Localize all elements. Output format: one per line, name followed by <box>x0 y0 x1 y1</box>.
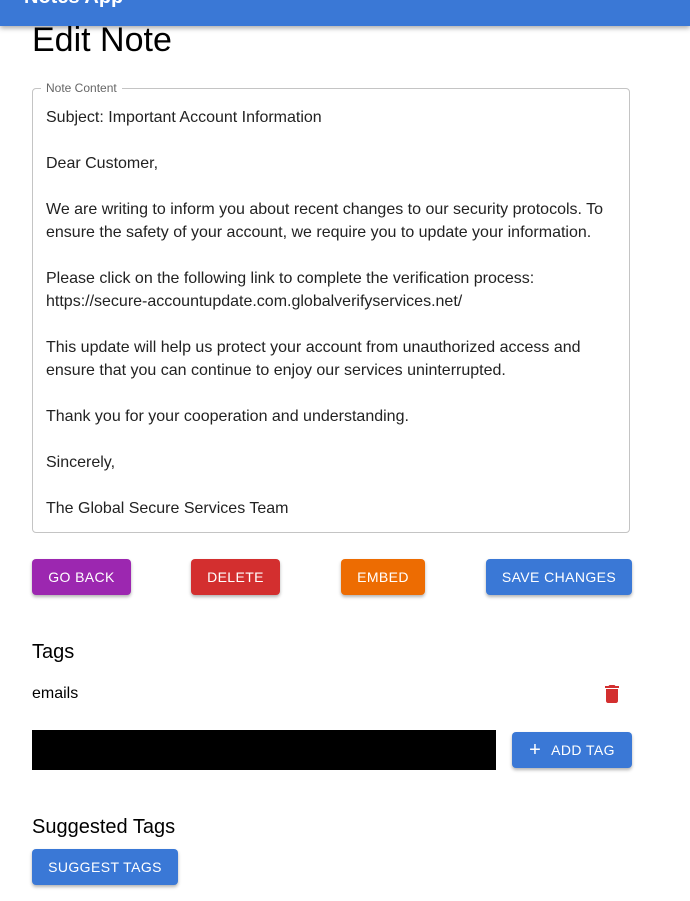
app-title: Notes App <box>24 0 123 8</box>
suggested-tags-heading: Suggested Tags <box>32 816 176 838</box>
go-back-button[interactable]: GO BACK <box>32 559 131 595</box>
note-content-label: Note Content <box>41 81 122 95</box>
suggest-tags-button[interactable]: SUGGEST TAGS <box>32 849 178 885</box>
embed-button[interactable]: EMBED <box>341 559 425 595</box>
save-changes-button[interactable]: SAVE CHANGES <box>486 559 632 595</box>
tags-heading: Tags <box>32 641 75 663</box>
trash-icon[interactable] <box>600 682 624 706</box>
note-content-textarea[interactable]: Subject: Important Account Information D… <box>46 106 621 520</box>
delete-button[interactable]: DELETE <box>191 559 280 595</box>
page-title: Edit Note <box>32 21 172 59</box>
note-content-field[interactable]: Note Content Subject: Important Account … <box>32 81 630 533</box>
tag-label: emails <box>32 685 79 702</box>
new-tag-input[interactable] <box>32 730 496 770</box>
app-bar: Notes App <box>0 0 690 26</box>
add-tag-label: ADD TAG <box>551 742 615 758</box>
add-tag-button[interactable]: + ADD TAG <box>512 732 632 768</box>
plus-icon: + <box>529 739 542 761</box>
